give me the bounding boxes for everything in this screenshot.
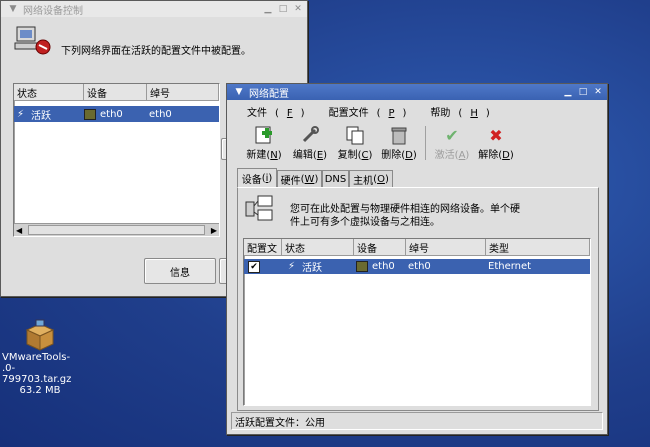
copy-button[interactable]: 复制(C) xyxy=(332,124,378,164)
column-type[interactable]: 类型 xyxy=(486,239,590,256)
menu-profile[interactable]: 配置文件(P) xyxy=(321,104,407,119)
new-button[interactable]: 新建(N) xyxy=(241,124,287,164)
active-plug-icon: ⚡ xyxy=(17,108,25,120)
tab-dns[interactable]: DNS xyxy=(322,170,349,187)
profile-device-list: 配置文 状态 设备 绰号 类型 ✔ ⚡ 活跃 eth0 eth0 Etherne… xyxy=(243,238,591,406)
delete-icon xyxy=(389,124,409,146)
menu-help[interactable]: 帮助(H) xyxy=(422,104,489,119)
window-menu-icon[interactable]: ▼ xyxy=(233,86,245,98)
row-device: eth0 xyxy=(100,108,123,120)
package-icon xyxy=(23,318,57,352)
tab-hosts[interactable]: 主机(O) xyxy=(349,170,393,187)
row-nickname: eth0 xyxy=(149,108,172,120)
table-row[interactable]: ⚡ 活跃 eth0 eth0 xyxy=(14,106,219,122)
column-nickname[interactable]: 绰号 xyxy=(147,84,219,101)
delete-button[interactable]: 删除(D) xyxy=(376,124,422,164)
titlebar: ▼ 网络设备控制 ▁ □ ✕ xyxy=(1,1,307,17)
edit-button[interactable]: 编辑(E) xyxy=(287,124,333,164)
minimize-icon[interactable]: ▁ xyxy=(562,86,574,98)
row-nickname: eth0 xyxy=(408,261,431,272)
tab-hardware[interactable]: 硬件(W) xyxy=(277,170,322,187)
close-icon[interactable]: ✕ xyxy=(292,3,304,15)
copy-icon xyxy=(345,124,365,146)
scroll-right-icon[interactable]: ▶ xyxy=(209,226,219,235)
computer-network-icon xyxy=(13,23,53,59)
row-status: 活跃 xyxy=(302,263,322,274)
column-status[interactable]: 状态 xyxy=(14,84,84,101)
profile-checkbox[interactable]: ✔ xyxy=(248,260,260,273)
row-type: Ethernet xyxy=(488,261,532,272)
nic-icon xyxy=(356,261,368,272)
status-text: 活跃配置文件：公用 xyxy=(235,417,325,429)
network-devices-icon xyxy=(244,194,278,224)
column-device[interactable]: 设备 xyxy=(354,239,406,256)
edit-icon xyxy=(300,124,320,146)
row-device: eth0 xyxy=(372,261,395,272)
statusbar: 活跃配置文件：公用 xyxy=(231,412,603,430)
new-icon xyxy=(254,124,274,146)
minimize-icon[interactable]: ▁ xyxy=(262,3,274,15)
horizontal-scrollbar[interactable]: ◀ ▶ xyxy=(14,223,219,236)
column-device[interactable]: 设备 xyxy=(84,84,147,101)
devices-tab-panel: 您可在此处配置与物理硬件相连的网络设备。单个硬 件上可有多个虚拟设备与之相连。 … xyxy=(237,187,599,411)
active-plug-icon: ⚡ xyxy=(288,261,296,272)
network-configuration-window: ▼ 网络配置 ▁ □ ✕ 文件(F) 配置文件(P) 帮助(H) 新建(N) 编… xyxy=(226,83,608,435)
toolbar-separator xyxy=(425,126,426,160)
window-title: 网络配置 xyxy=(249,88,289,100)
column-nickname[interactable]: 绰号 xyxy=(406,239,486,256)
scroll-left-icon[interactable]: ◀ xyxy=(14,226,24,235)
tab-bar: 设备(i) 硬件(W) DNS 主机(O) xyxy=(237,168,597,188)
deactivate-button[interactable]: ✖ 解除(D) xyxy=(473,124,519,164)
desktop-icon-vmwaretools[interactable]: VMwareTools- .0-799703.tar.gz 63.2 MB xyxy=(0,318,80,396)
description-line2: 件上可有多个虚拟设备与之相连。 xyxy=(290,217,440,228)
icon-label-line1: VMwareTools- xyxy=(2,352,71,363)
maximize-icon[interactable]: □ xyxy=(277,3,289,15)
close-icon[interactable]: ✕ xyxy=(592,86,604,98)
maximize-icon[interactable]: □ xyxy=(577,86,589,98)
titlebar: ▼ 网络配置 ▁ □ ✕ xyxy=(227,84,607,100)
row-status: 活跃 xyxy=(31,110,51,122)
icon-size: 63.2 MB xyxy=(19,385,61,396)
window-menu-icon[interactable]: ▼ xyxy=(7,3,19,15)
menubar: 文件(F) 配置文件(P) 帮助(H) xyxy=(231,102,603,120)
window-title: 网络设备控制 xyxy=(23,5,83,17)
activate-button[interactable]: ✔ 激活(A) xyxy=(429,124,475,164)
icon-label-line2: .0-799703.tar.gz xyxy=(2,363,72,385)
tab-devices[interactable]: 设备(i) xyxy=(237,168,277,188)
column-status[interactable]: 状态 xyxy=(282,239,354,256)
activate-icon: ✔ xyxy=(445,125,459,145)
device-list: 状态 设备 绰号 ⚡ 活跃 eth0 eth0 ◀ ▶ xyxy=(13,83,220,237)
scroll-thumb[interactable] xyxy=(28,225,205,235)
info-button[interactable]: 信息 xyxy=(144,258,216,284)
table-row[interactable]: ✔ ⚡ 活跃 eth0 eth0 Ethernet xyxy=(244,259,590,274)
menu-file[interactable]: 文件(F) xyxy=(239,104,305,119)
column-profile[interactable]: 配置文 xyxy=(244,239,282,256)
deactivate-icon: ✖ xyxy=(489,125,503,145)
info-message: 下列网络界面在活跃的配置文件中被配置。 xyxy=(61,46,251,57)
nic-icon xyxy=(84,108,96,120)
